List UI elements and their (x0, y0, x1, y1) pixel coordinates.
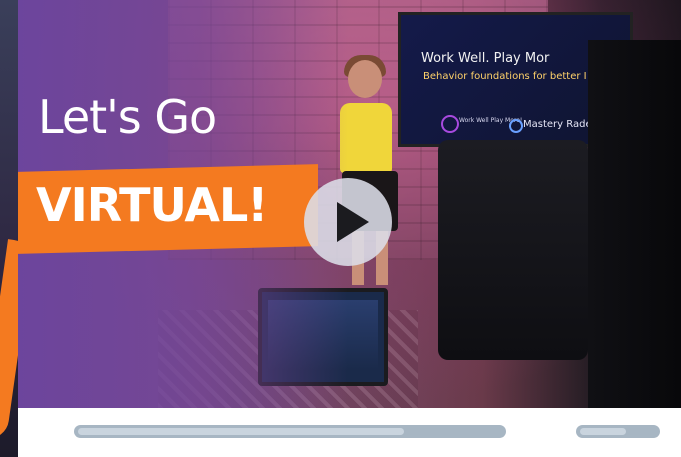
left-edge-panel (0, 0, 34, 457)
title-line-2: VIRTUAL! (36, 178, 268, 232)
play-icon (337, 202, 369, 242)
volume-slider-fill (580, 428, 626, 435)
dark-foreground-equipment (588, 40, 681, 408)
logo-circle-icon (509, 119, 523, 133)
progress-bar-fill (78, 428, 405, 435)
volume-slider[interactable] (576, 425, 660, 438)
logo-ring-icon (441, 115, 459, 133)
screen-title: Work Well. Play Mor (421, 51, 550, 66)
play-button[interactable] (304, 178, 392, 266)
camera-equipment (438, 140, 588, 360)
screen-logo2-text: Mastery Rade (523, 119, 592, 130)
screen-subtitle: Behavior foundations for better I (423, 71, 587, 82)
speaker-head (348, 60, 382, 98)
progress-bar[interactable] (74, 425, 506, 438)
video-player[interactable]: Work Well. Play Mor Behavior foundations… (18, 0, 681, 408)
title-line-1: Let's Go (38, 90, 217, 144)
